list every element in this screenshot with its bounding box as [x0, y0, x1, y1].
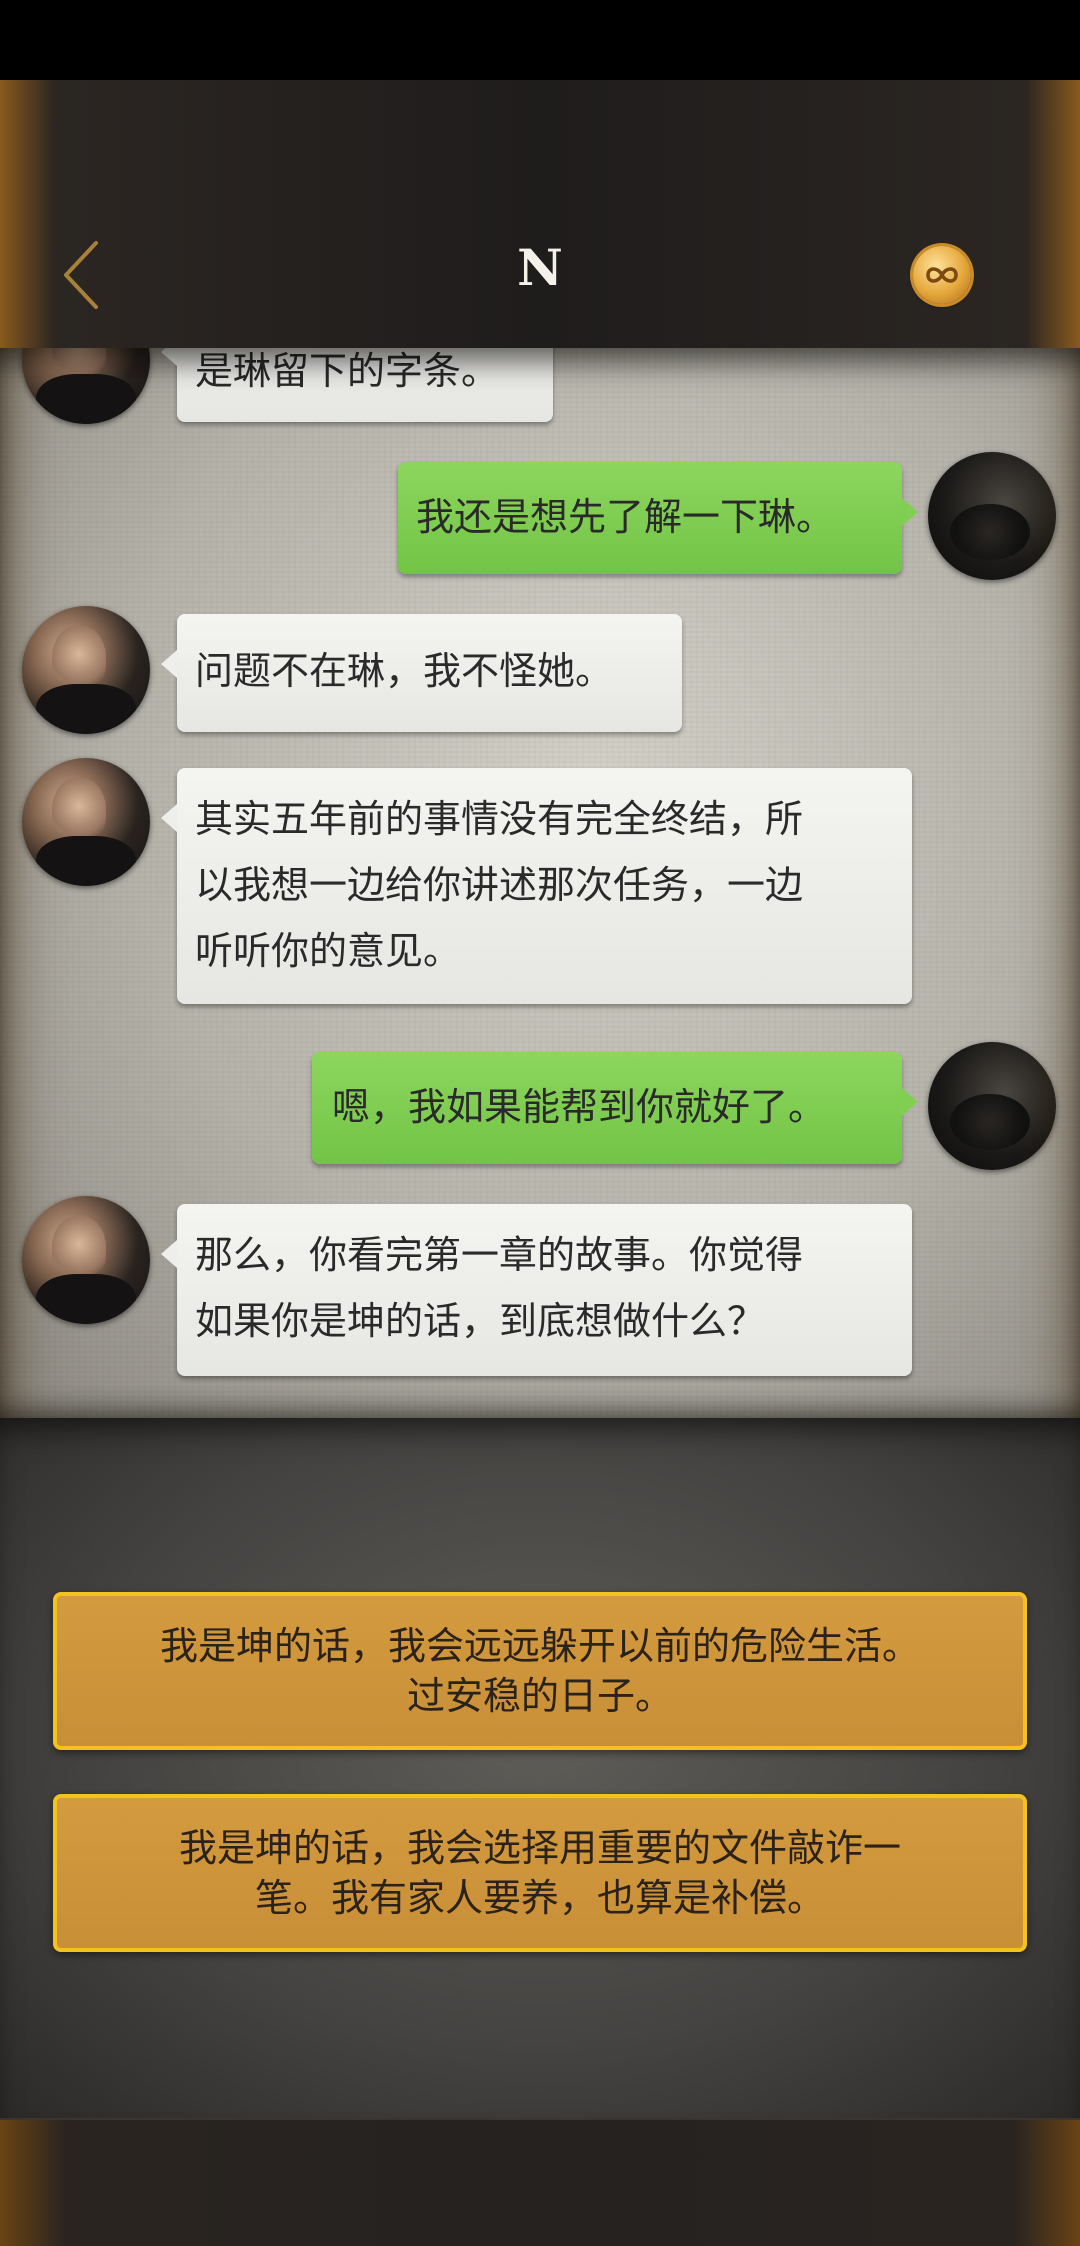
bottom-bar	[0, 2118, 1080, 2246]
message-line: 那么，你看完第一章的故事。你觉得	[195, 1233, 804, 1277]
npc-avatar[interactable]	[22, 348, 150, 424]
npc-message-bubble: 问题不在琳，我不怪她。	[161, 614, 682, 732]
message-text: 嗯，我如果能帮到你就好了。	[332, 1085, 827, 1129]
message-line: 其实五年前的事情没有完全终结，所	[195, 797, 804, 841]
player-avatar[interactable]	[928, 452, 1056, 580]
chat-area[interactable]: 是琳留下的字条。 我还是想先了解一下琳。 问题不在琳，我不怪她。 其实五年前的事…	[0, 348, 1080, 1418]
header-bar	[0, 80, 1080, 348]
npc-message-bubble: 是琳留下的字条。	[161, 348, 553, 422]
message-text: 我还是想先了解一下琳。	[416, 495, 835, 539]
npc-avatar[interactable]	[22, 606, 150, 734]
message-text: 是琳留下的字条。	[195, 349, 500, 393]
player-avatar[interactable]	[928, 1042, 1056, 1170]
message-line: 如果你是坤的话，到底想做什么？	[195, 1299, 766, 1343]
choice-option-2[interactable]: 我是坤的话，我会选择用重要的文件敲诈一 笔。我有家人要养，也算是补偿。	[53, 1794, 1027, 1952]
player-message-bubble: 我还是想先了解一下琳。	[398, 462, 918, 574]
status-bar	[0, 0, 1080, 80]
coin-button[interactable]	[913, 246, 971, 304]
choice-line: 笔。我有家人要养，也算是补偿。	[254, 1876, 825, 1920]
choice-line: 我是坤的话，我会远远躲开以前的危险生活。	[159, 1624, 920, 1668]
message-text: 问题不在琳，我不怪她。	[195, 649, 614, 693]
npc-avatar[interactable]	[22, 758, 150, 886]
options-panel: 我是坤的话，我会远远躲开以前的危险生活。 过安稳的日子。 我是坤的话，我会选择用…	[0, 1418, 1080, 2118]
choice-line: 过安稳的日子。	[406, 1674, 673, 1718]
npc-message-bubble: 其实五年前的事情没有完全终结，所 以我想一边给你讲述那次任务，一边 听听你的意见…	[161, 768, 912, 1004]
choice-line: 我是坤的话，我会选择用重要的文件敲诈一	[178, 1826, 901, 1870]
choice-option-1[interactable]: 我是坤的话，我会远远躲开以前的危险生活。 过安稳的日子。	[53, 1592, 1027, 1750]
message-line: 听听你的意见。	[195, 929, 462, 973]
npc-avatar[interactable]	[22, 1196, 150, 1324]
message-line: 以我想一边给你讲述那次任务，一边	[195, 863, 804, 907]
npc-message-bubble: 那么，你看完第一章的故事。你觉得 如果你是坤的话，到底想做什么？	[161, 1204, 912, 1376]
infinity-coin-icon	[926, 267, 958, 283]
player-message-bubble: 嗯，我如果能帮到你就好了。	[312, 1052, 918, 1164]
